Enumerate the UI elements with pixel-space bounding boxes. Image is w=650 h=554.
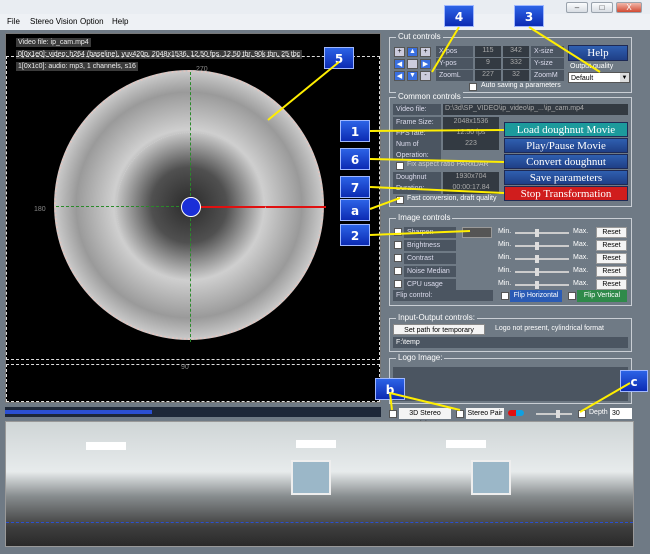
callout-arrows: [267, 26, 631, 413]
